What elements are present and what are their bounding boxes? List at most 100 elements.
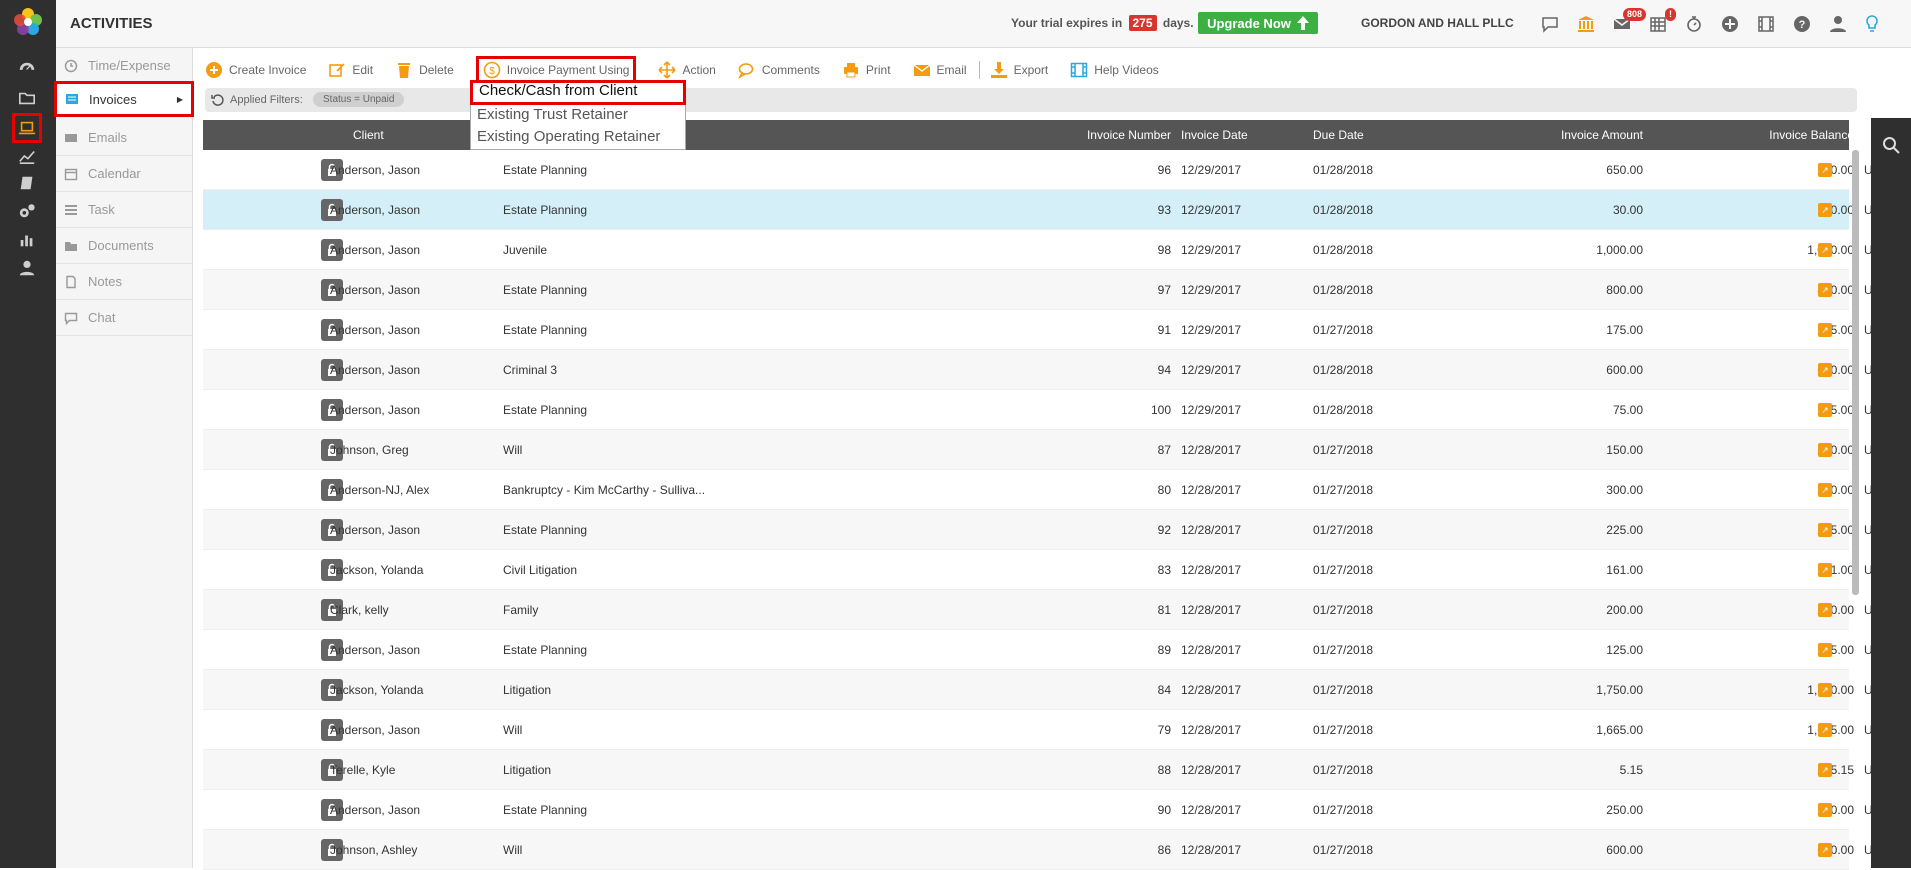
add-circle-icon[interactable] (1718, 12, 1742, 36)
table-row[interactable]: Anderson, Jason Estate Planning 91 12/29/20… (203, 310, 1903, 350)
dropdown-option-operating-retainer[interactable]: Existing Operating Retainer (471, 126, 685, 148)
table-row[interactable]: Anderson, Jason Will 79 12/28/2017 01/27/201… (203, 710, 1903, 750)
trial-suffix: days. (1162, 16, 1194, 30)
subnav-item-notes[interactable]: Notes (56, 264, 193, 300)
table-row[interactable]: Anderson, Jason Estate Planning 97 12/29/20… (203, 270, 1903, 310)
folder-icon[interactable] (14, 85, 40, 111)
search-icon[interactable] (1882, 136, 1900, 154)
open-external-icon[interactable]: ↗ (1818, 203, 1832, 217)
mail-icon[interactable]: 808 (1610, 8, 1646, 36)
table-row[interactable]: Anderson, Jason Estate Planning 100 12/29/2… (203, 390, 1903, 430)
open-external-icon[interactable]: ↗ (1818, 563, 1832, 577)
dashboard-icon[interactable] (14, 56, 40, 82)
cell-invoice-date: 12/29/2017 (1181, 403, 1242, 417)
table-row[interactable]: Anderson-NJ, Alex Bankruptcy - Kim McCart… (203, 470, 1903, 510)
print-button[interactable]: Print (842, 56, 891, 84)
export-button[interactable]: Export (990, 56, 1048, 84)
settings-icon[interactable] (14, 198, 40, 224)
delete-button[interactable]: Delete (395, 56, 454, 84)
subnav-item-calendar[interactable]: Calendar (56, 156, 193, 192)
open-external-icon[interactable]: ↗ (1818, 523, 1832, 537)
cell-invoice-number: 83 (1157, 563, 1171, 577)
cell-invoice-amount: 250.00 (1606, 803, 1643, 817)
open-external-icon[interactable]: ↗ (1818, 283, 1832, 297)
table-row[interactable]: Anderson, Jason Juvenile 98 12/29/2017 01/28… (203, 230, 1903, 270)
open-external-icon[interactable]: ↗ (1818, 483, 1832, 497)
filter-chip[interactable]: Status = Unpaid (313, 92, 405, 107)
open-external-icon[interactable]: ↗ (1818, 163, 1832, 177)
table-row[interactable]: Jackson, Yolanda Civil Litigation 83 12/28/… (203, 550, 1903, 590)
table-row[interactable]: Anderson, Jason Estate Planning 93 12/29/20… (203, 190, 1903, 230)
col-invoice-amount[interactable]: Invoice Amount (1403, 128, 1643, 142)
subnav-item-documents[interactable]: Documents (56, 228, 193, 264)
table-row[interactable]: Anderson, Jason Estate Planning 96 12/29/20… (203, 150, 1903, 190)
open-external-icon[interactable]: ↗ (1818, 603, 1832, 617)
col-due-date[interactable]: Due Date (1313, 128, 1364, 142)
upgrade-now-button[interactable]: Upgrade Now (1198, 12, 1318, 34)
table-row[interactable]: Clark, kelly Family 81 12/28/2017 01/27/2018… (203, 590, 1903, 630)
table-row[interactable]: Jackson, Yolanda Litigation 84 12/28/2017 01… (203, 670, 1903, 710)
table-row[interactable]: Anderson, Jason Estate Planning 89 12/28/20… (203, 630, 1903, 670)
help-icon[interactable]: ? (1790, 12, 1814, 36)
table-row[interactable]: Terelle, Kyle Litigation 88 12/28/2017 01/27… (203, 750, 1903, 790)
laptop-icon[interactable] (12, 113, 42, 143)
table-row[interactable]: Johnson, Greg Will 87 12/28/2017 01/27/2018 1… (203, 430, 1903, 470)
cell-invoice-amount: 300.00 (1606, 483, 1643, 497)
open-external-icon[interactable]: ↗ (1818, 763, 1832, 777)
col-invoice-balance[interactable]: Invoice Balance (1653, 128, 1854, 142)
col-invoice-date[interactable]: Invoice Date (1181, 128, 1248, 142)
table-row[interactable]: Anderson, Jason Criminal 3 94 12/29/2017 01/… (203, 350, 1903, 390)
bank-icon[interactable] (1574, 12, 1598, 36)
col-invoice-number[interactable]: Invoice Number (883, 128, 1171, 142)
subnav-item-time-expense[interactable]: Time/Expense (56, 48, 193, 84)
chat-bubble-icon[interactable] (1538, 12, 1562, 36)
table-row[interactable]: Anderson, Jason Estate Planning 90 12/28/20… (203, 790, 1903, 830)
app-logo-icon[interactable] (12, 6, 44, 38)
create-invoice-button[interactable]: Create Invoice (205, 56, 306, 84)
film-icon[interactable] (1754, 12, 1778, 36)
email-button[interactable]: Email (913, 56, 967, 84)
profile-icon[interactable] (1826, 12, 1850, 36)
dropdown-option-check-cash[interactable]: Check/Cash from Client (470, 80, 686, 105)
cell-matter: Litigation (503, 763, 552, 777)
cell-client: Johnson, Greg (330, 443, 409, 457)
help-videos-button[interactable]: Help Videos (1070, 56, 1159, 84)
user-icon[interactable] (14, 255, 40, 281)
table-row[interactable]: Johnson, Ashley Will 86 12/28/2017 01/27/201… (203, 830, 1903, 870)
download-icon (990, 62, 1007, 78)
bar-chart-icon[interactable] (14, 227, 40, 253)
calendar-grid-icon[interactable]: ! (1646, 8, 1676, 36)
open-external-icon[interactable]: ↗ (1818, 723, 1832, 737)
reset-filter-icon[interactable] (211, 93, 225, 107)
table-scrollbar[interactable] (1852, 150, 1859, 595)
table-row[interactable]: Anderson, Jason Estate Planning 92 12/28/20… (203, 510, 1903, 550)
open-external-icon[interactable]: ↗ (1818, 403, 1832, 417)
open-external-icon[interactable]: ↗ (1818, 323, 1832, 337)
edit-icon (329, 63, 345, 77)
subnav-label: Calendar (88, 166, 141, 181)
open-external-icon[interactable]: ↗ (1818, 363, 1832, 377)
lightbulb-icon[interactable] (1860, 12, 1884, 36)
stopwatch-icon[interactable] (1682, 12, 1706, 36)
subnav-item-emails[interactable]: Emails (56, 120, 193, 156)
open-external-icon[interactable]: ↗ (1818, 803, 1832, 817)
open-external-icon[interactable]: ↗ (1818, 643, 1832, 657)
chart-line-icon[interactable] (14, 143, 40, 169)
book-icon[interactable] (14, 170, 40, 196)
subnav-item-invoices[interactable]: Invoices ▶ (54, 81, 194, 117)
dropdown-option-trust-retainer[interactable]: Existing Trust Retainer (471, 104, 685, 126)
subnav-item-task[interactable]: Task (56, 192, 193, 228)
open-external-icon[interactable]: ↗ (1818, 443, 1832, 457)
cell-invoice-number: 80 (1157, 483, 1171, 497)
comments-button[interactable]: Comments (737, 56, 820, 84)
col-client[interactable]: Client (353, 128, 384, 142)
open-external-icon[interactable]: ↗ (1818, 843, 1832, 857)
cell-invoice-date: 12/29/2017 (1181, 363, 1242, 377)
subnav-item-chat[interactable]: Chat (56, 300, 193, 336)
cell-invoice-date: 12/28/2017 (1181, 723, 1242, 737)
move-icon (658, 61, 677, 79)
cell-client: Anderson, Jason (330, 203, 421, 217)
edit-button[interactable]: Edit (328, 56, 373, 84)
open-external-icon[interactable]: ↗ (1818, 243, 1832, 257)
open-external-icon[interactable]: ↗ (1818, 683, 1832, 697)
